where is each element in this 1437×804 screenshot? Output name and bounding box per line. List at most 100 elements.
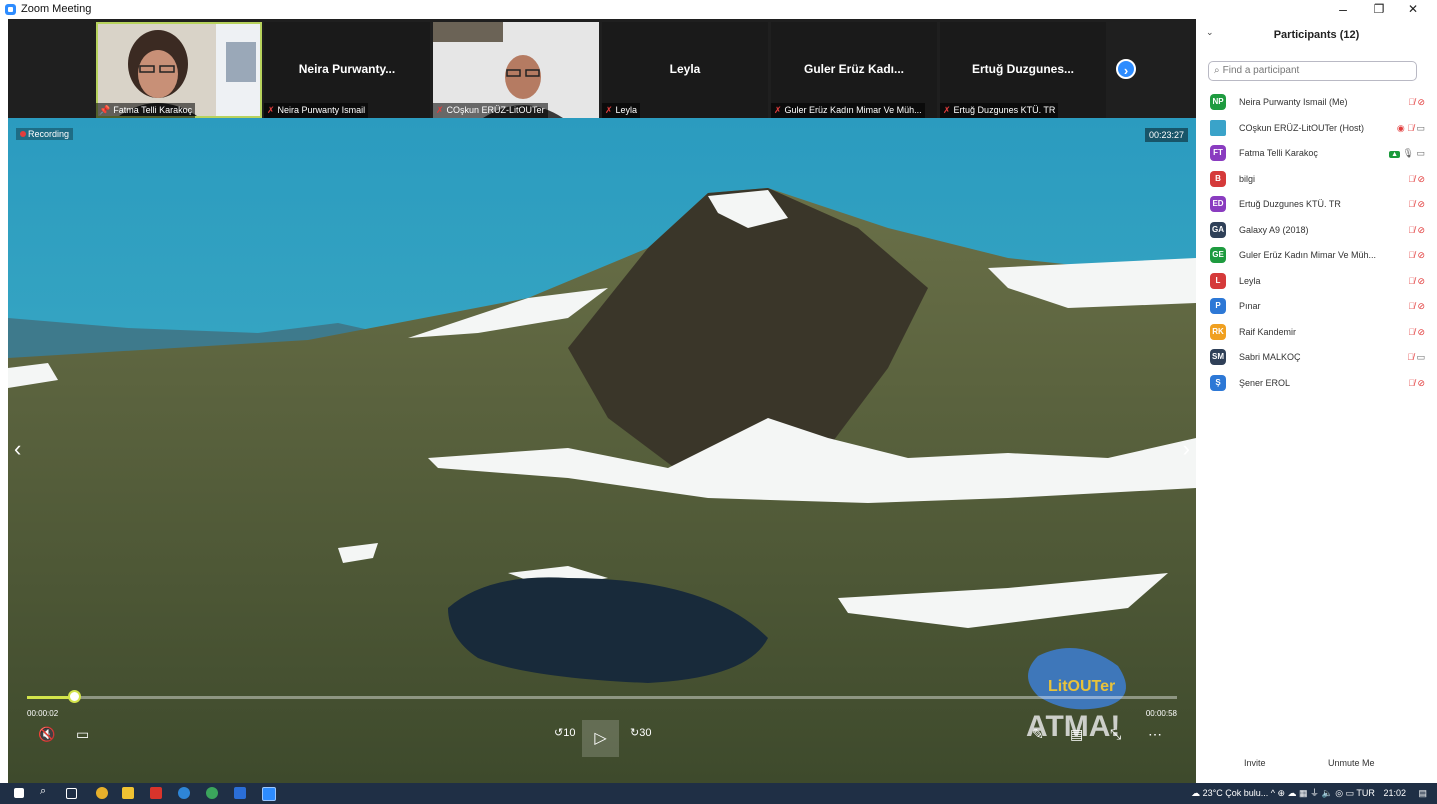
- tile-name: Guler Erüz Kadı...: [803, 62, 905, 76]
- video-off-icon: ⊘: [1417, 97, 1425, 107]
- title-bar: Zoom Meeting – ❐ ✕: [0, 0, 1437, 19]
- windows-start-icon[interactable]: [14, 788, 24, 798]
- close-button[interactable]: ✕: [1396, 0, 1430, 19]
- participant-name: Neira Purwanty Ismail (Me): [1239, 97, 1348, 107]
- meeting-timer: 00:23:27: [1144, 128, 1188, 142]
- participant-row[interactable]: L Leyla 🎙̸ ⊘: [1196, 268, 1437, 294]
- avatar: [1210, 119, 1226, 136]
- video-on-icon: ▭: [1416, 122, 1425, 133]
- participant-status: 🎙̸ ⊘: [1408, 242, 1425, 268]
- minimize-button[interactable]: –: [1326, 0, 1360, 19]
- seek-handle[interactable]: [68, 690, 81, 703]
- recording-icon: [20, 131, 26, 137]
- chrome-icon[interactable]: [96, 787, 108, 799]
- acrobat-icon[interactable]: [150, 787, 162, 799]
- play-button[interactable]: ▷: [582, 720, 619, 757]
- task-view-icon[interactable]: [66, 788, 77, 799]
- gallery-strip: 📌 Fatma Telli Karakoç Neira Purwanty... ✗…: [8, 19, 1196, 118]
- clock[interactable]: 21:02: [1383, 788, 1406, 798]
- participant-name: Guler Erüz Kadın Mimar Ve Müh...: [1239, 250, 1377, 260]
- volume-icon[interactable]: 🔇: [38, 726, 55, 743]
- participant-row[interactable]: FT Fatma Telli Karakoç ▲ 🎙 ▭: [1196, 140, 1437, 166]
- cc-icon[interactable]: ▤: [1070, 726, 1083, 743]
- notification-icon[interactable]: ▤: [1418, 788, 1427, 798]
- avatar: B: [1210, 170, 1226, 187]
- language-indicator[interactable]: TUR: [1356, 788, 1375, 798]
- system-tray: ☁ 23°C Çok bulu... ^ ⊕ ☁ ▦ ⏚ 🔈 ◎ ▭ TUR 2…: [1191, 783, 1427, 804]
- mic-muted-icon: 🎙̸: [1407, 122, 1414, 133]
- participant-status: 🎙̸ ⊘: [1408, 268, 1425, 294]
- record-icon: ◉: [1396, 122, 1405, 133]
- avatar: P: [1210, 298, 1226, 314]
- avatar: SM: [1210, 349, 1226, 365]
- tray-icons[interactable]: ^ ⊕ ☁ ▦ ⏚ 🔈 ◎ ▭: [1271, 788, 1357, 798]
- video-tile[interactable]: ✗ COşkun ERÜZ-LitOUTer: [433, 22, 599, 118]
- invite-button[interactable]: Invite: [1244, 753, 1266, 773]
- seek-bar[interactable]: [27, 690, 1177, 703]
- participant-row[interactable]: ED Ertuğ Duzgunes KTÜ. TR 🎙̸ ⊘: [1196, 191, 1437, 217]
- mic-muted-icon: 🎙̸: [1408, 199, 1415, 209]
- annotate-icon[interactable]: ✎: [1032, 726, 1044, 743]
- file-explorer-icon[interactable]: [122, 787, 134, 799]
- shared-video[interactable]: Recording 00:23:27 ‹ › LitOUTer ATMA! 00…: [8, 118, 1196, 783]
- video-off-icon: ⊘: [1417, 275, 1425, 286]
- participant-name: Leyla: [1239, 275, 1261, 286]
- edge-icon[interactable]: [178, 787, 190, 799]
- participant-row[interactable]: Ş Şener EROL 🎙̸ ⊘: [1196, 370, 1437, 396]
- app-icon[interactable]: [206, 787, 218, 799]
- mic-muted-icon: ✗: [943, 105, 951, 115]
- chevron-right-icon[interactable]: ›: [1183, 436, 1190, 462]
- caption-icon[interactable]: ▭: [76, 726, 89, 743]
- participant-row[interactable]: GA Galaxy A9 (2018) 🎙̸ ⊘: [1196, 217, 1437, 243]
- video-tile[interactable]: Ertuğ Duzgunes... ✗ Ertuğ Duzgunes KTÜ. T…: [940, 22, 1106, 118]
- fullscreen-exit-icon[interactable]: ⤡: [1110, 726, 1121, 743]
- participant-status: ◉ 🎙̸ ▭: [1397, 115, 1425, 141]
- participant-name: Galaxy A9 (2018): [1239, 224, 1309, 235]
- participant-status: 🎙̸ ⊘: [1408, 89, 1425, 115]
- zoom-taskbar-icon[interactable]: [262, 787, 276, 801]
- participant-row[interactable]: COşkun ERÜZ-LitOUTer (Host) ◉ 🎙̸ ▭: [1196, 115, 1437, 141]
- maximize-button[interactable]: ❐: [1362, 0, 1396, 19]
- participant-row[interactable]: B bilgi 🎙̸ ⊘: [1196, 166, 1437, 192]
- app-icon[interactable]: [234, 787, 246, 799]
- forward-button[interactable]: ↻30: [630, 726, 651, 739]
- panel-title: Participants (12): [1273, 29, 1360, 41]
- tile-caption: ✗ Neira Purwanty Ismail: [264, 103, 369, 118]
- participant-row[interactable]: GE Guler Erüz Kadın Mimar Ve Müh... 🎙̸ ⊘: [1196, 242, 1437, 268]
- participant-row[interactable]: P Pınar 🎙̸ ⊘: [1196, 293, 1437, 319]
- participant-row[interactable]: NP Neira Purwanty Ismail (Me) 🎙̸ ⊘: [1196, 89, 1437, 115]
- mic-muted-icon: ✗: [436, 105, 444, 115]
- tile-caption: ✗ Leyla: [602, 103, 641, 118]
- tile-caption: ✗ COşkun ERÜZ-LitOUTer: [433, 103, 548, 118]
- weather-text[interactable]: 23°C Çok bulu...: [1203, 788, 1269, 798]
- chevron-left-icon[interactable]: ‹: [14, 436, 21, 462]
- participant-name: Ertuğ Duzgunes KTÜ. TR: [1239, 199, 1341, 209]
- mic-muted-icon: 🎙̸: [1408, 173, 1415, 184]
- search-icon[interactable]: ⌕: [40, 785, 52, 797]
- mic-muted-icon: ✗: [774, 105, 782, 115]
- more-icon[interactable]: ⋯: [1148, 726, 1162, 743]
- avatar: GA: [1210, 221, 1226, 238]
- window-title: Zoom Meeting: [21, 3, 92, 15]
- video-on-icon: ▭: [1416, 148, 1425, 158]
- participant-status: 🎙̸ ⊘: [1408, 370, 1425, 396]
- video-tile[interactable]: Leyla ✗ Leyla: [602, 22, 768, 118]
- next-page-button[interactable]: ›: [1116, 59, 1136, 79]
- mic-on-icon: 🎙: [1402, 148, 1414, 158]
- tile-name: Neira Purwanty...: [298, 62, 396, 76]
- unmute-me-button[interactable]: Unmute Me: [1328, 753, 1375, 773]
- tile-name: Leyla: [669, 62, 701, 76]
- avatar: NP: [1210, 94, 1226, 110]
- tile-caption: 📌 Fatma Telli Karakoç: [96, 103, 196, 118]
- video-tile[interactable]: Guler Erüz Kadı... ✗ Guler Erüz Kadın Mim…: [771, 22, 937, 118]
- video-tile[interactable]: Neira Purwanty... ✗ Neira Purwanty Ismail: [264, 22, 430, 118]
- participant-row[interactable]: RK Raif Kandemir 🎙̸ ⊘: [1196, 319, 1437, 345]
- end-time: 00:00:58: [1145, 709, 1177, 718]
- participant-row[interactable]: SM Sabri MALKOÇ 🎙̸ ▭: [1196, 344, 1437, 370]
- video-tile[interactable]: 📌 Fatma Telli Karakoç: [96, 22, 262, 118]
- video-off-icon: ⊘: [1417, 301, 1425, 311]
- participant-search-input[interactable]: ⌕ Find a participant: [1208, 61, 1417, 81]
- participant-status: 🎙̸ ⊘: [1408, 191, 1425, 217]
- zoom-app-icon: [5, 4, 16, 15]
- rewind-button[interactable]: ↺10: [554, 726, 575, 739]
